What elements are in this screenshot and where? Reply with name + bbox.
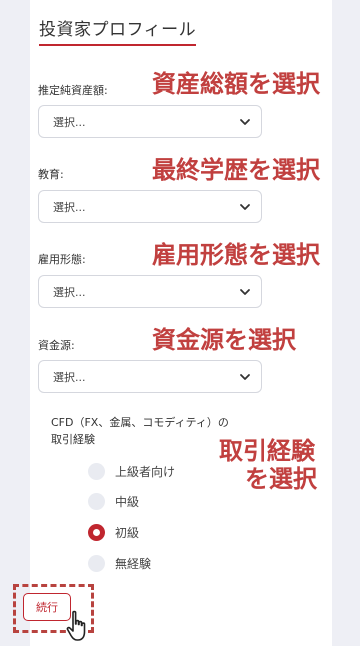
hand-cursor-icon [66,610,86,641]
education-label: 教育: [38,168,64,181]
radio-option-advanced[interactable]: 上級者向け [88,461,175,481]
net-worth-select-value: 選択... [53,115,86,129]
radio-button[interactable] [88,554,105,572]
net-worth-label: 推定純資産額: [38,84,108,97]
radio-button[interactable] [88,462,105,480]
net-worth-select[interactable]: 選択... [38,105,262,138]
employment-select-value: 選択... [53,285,86,299]
cfd-experience-label: CFD（FX、金属、コモディティ）の 取引経験 [51,414,229,448]
radio-label: 上級者向け [115,464,176,479]
radio-button-checked[interactable] [88,523,105,541]
cfd-experience-label-line1: CFD（FX、金属、コモディティ）の [51,416,229,429]
education-select-value: 選択... [53,200,86,214]
chevron-down-icon [240,374,250,380]
page-title: 投資家プロフィール [39,15,197,46]
continue-button[interactable]: 続行 [23,593,71,621]
chevron-down-icon [240,289,250,295]
chevron-down-icon [240,119,250,125]
employment-annotation: 雇用形態を選択 [152,241,320,269]
education-annotation: 最終学歴を選択 [152,156,320,184]
cfd-experience-label-line2: 取引経験 [51,433,95,446]
radio-label: 無経験 [115,556,152,571]
source-of-funds-select-value: 選択... [53,370,86,384]
radio-button[interactable] [88,492,105,510]
employment-label: 雇用形態: [38,253,86,266]
education-select[interactable]: 選択... [38,190,262,223]
employment-select[interactable]: 選択... [38,275,262,308]
source-of-funds-select[interactable]: 選択... [38,360,262,393]
source-of-funds-label: 資金源: [38,339,75,352]
net-worth-annotation: 資産総額を選択 [152,70,320,98]
radio-option-no-experience[interactable]: 無経験 [88,553,151,573]
radio-option-beginner[interactable]: 初級 [88,522,139,542]
source-of-funds-annotation: 資金源を選択 [152,326,296,354]
radio-label: 中級 [115,494,140,509]
radio-option-intermediate[interactable]: 中級 [88,491,139,511]
radio-label: 初級 [115,525,140,540]
cfd-annotation-line2: を選択 [245,465,317,493]
cfd-annotation-line1: 取引経験 [219,437,315,465]
chevron-down-icon [240,204,250,210]
